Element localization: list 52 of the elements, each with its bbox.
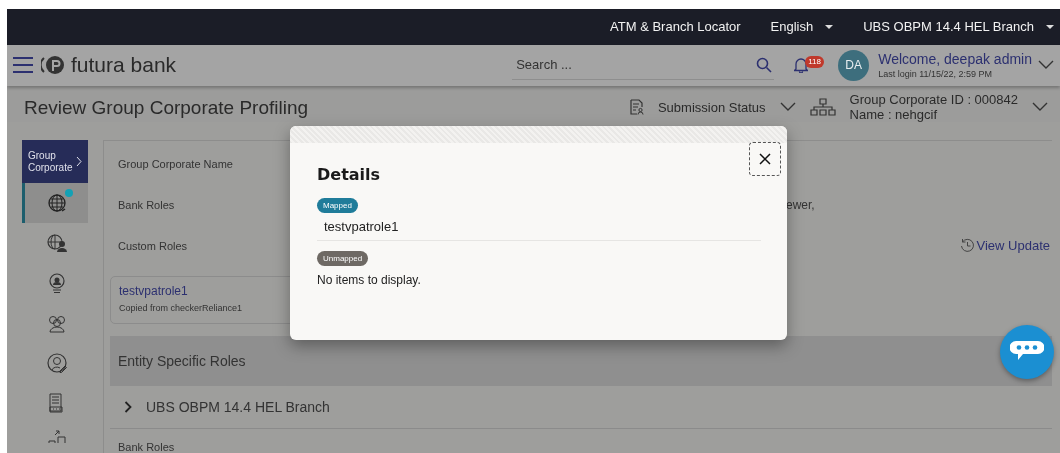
globe-user-icon bbox=[45, 232, 68, 254]
entity-row[interactable]: UBS OBPM 14.4 HEL Branch bbox=[110, 386, 1052, 429]
logo-icon bbox=[41, 55, 65, 76]
section-title: Entity Specific Roles bbox=[118, 353, 246, 369]
group-corporate-id: Group Corporate ID : 000842 bbox=[849, 92, 1018, 107]
entity-name: UBS OBPM 14.4 HEL Branch bbox=[146, 399, 330, 415]
dropdown-link[interactable]: English bbox=[770, 19, 834, 35]
last-login-text: Last login 11/15/22, 2:59 PM bbox=[878, 69, 994, 80]
chevron-right-icon bbox=[76, 156, 82, 167]
search-icon[interactable] bbox=[756, 56, 773, 73]
globe-icon bbox=[45, 192, 68, 214]
close-icon bbox=[759, 153, 771, 165]
sidebar-item[interactable] bbox=[22, 183, 88, 223]
field-label: Bank Roles bbox=[118, 199, 175, 211]
group-corporate-name: Name : nehgcif bbox=[849, 107, 939, 122]
status-tag: Unmapped bbox=[317, 251, 369, 266]
role-item: testvpatrole1 bbox=[317, 213, 761, 241]
search-input[interactable]: Search ... bbox=[514, 56, 719, 74]
chevron-down-icon[interactable] bbox=[1032, 102, 1048, 112]
view-update-link[interactable]: View Update bbox=[959, 238, 1050, 253]
field-label: Custom Roles bbox=[118, 239, 188, 252]
field-label: Bank Roles bbox=[118, 441, 176, 453]
document-user-icon bbox=[629, 99, 644, 115]
chevron-down-icon[interactable] bbox=[779, 102, 796, 112]
modal-title: Details bbox=[317, 165, 382, 184]
role-description: Copied from checkerReliance1 bbox=[119, 303, 244, 313]
close-button[interactable] bbox=[749, 142, 781, 176]
user-avatar[interactable]: DA bbox=[838, 49, 870, 81]
history-icon bbox=[959, 238, 975, 253]
search-field[interactable]: Search ... bbox=[512, 50, 775, 81]
user-edit-icon bbox=[45, 352, 68, 374]
role-name-link[interactable]: testvpatrole1 bbox=[119, 284, 188, 298]
field-value: ewer, bbox=[786, 198, 816, 212]
chat-button[interactable] bbox=[1000, 325, 1054, 379]
brand-name: futura bank bbox=[71, 53, 177, 78]
welcome-text[interactable]: Welcome, deepak admin bbox=[878, 51, 1032, 68]
page-title: Review Group Corporate Profiling bbox=[24, 97, 309, 119]
hierarchy-icon bbox=[809, 98, 836, 116]
group-corporate-tab[interactable]: Group Corporate bbox=[22, 140, 88, 183]
status-tag: Mapped bbox=[317, 198, 358, 213]
group-corporate-label: Group Corporate bbox=[28, 149, 74, 174]
dropdown-link[interactable]: UBS OBPM 14.4 HEL Branch bbox=[863, 19, 1054, 35]
submission-status-label[interactable]: Submission Status bbox=[657, 99, 766, 115]
empty-message: No items to display. bbox=[317, 273, 422, 287]
menu-icon[interactable] bbox=[13, 57, 33, 74]
chevron-right-icon[interactable] bbox=[124, 401, 132, 413]
locator-link[interactable]: ATM & Branch Locator bbox=[610, 19, 741, 35]
chevron-down-icon[interactable] bbox=[1038, 60, 1054, 71]
notification-count: 118 bbox=[805, 56, 824, 69]
bell-icon[interactable] bbox=[794, 57, 809, 74]
transfer-icon bbox=[45, 427, 68, 443]
field-label: Group Corporate Name bbox=[118, 158, 233, 170]
